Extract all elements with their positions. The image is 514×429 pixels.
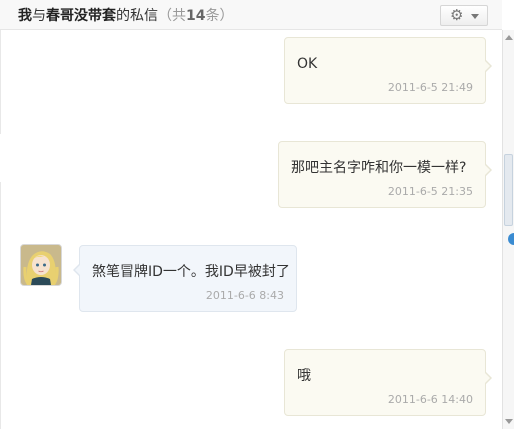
title-with: 与 bbox=[32, 8, 46, 24]
scroll-down-arrow-icon[interactable] bbox=[505, 419, 513, 424]
gear-icon: ⚙ bbox=[450, 6, 464, 24]
side-panel-toggle-icon[interactable] bbox=[508, 233, 514, 245]
bubble-tail bbox=[73, 263, 81, 277]
bubble-tail bbox=[484, 59, 492, 73]
message-bubble-outgoing: OK 2011-6-5 21:49 bbox=[284, 37, 492, 104]
scrollbar-thumb[interactable] bbox=[504, 154, 513, 226]
vertical-scrollbar[interactable] bbox=[502, 30, 514, 429]
conversation-header: 我与春哥没带套的私信（共14条） ⚙ bbox=[0, 0, 502, 30]
message-timestamp: 2011-6-6 14:40 bbox=[387, 393, 473, 406]
title-me: 我 bbox=[18, 8, 32, 24]
message-count: 14 bbox=[186, 8, 206, 24]
avatar[interactable] bbox=[20, 244, 62, 286]
settings-dropdown-button[interactable]: ⚙ bbox=[440, 5, 488, 26]
scroll-up-arrow-icon[interactable] bbox=[505, 35, 513, 40]
message-timestamp: 2011-6-5 21:35 bbox=[387, 185, 473, 198]
conversation-title: 我与春哥没带套的私信（共14条） bbox=[18, 7, 233, 25]
count-close: 条） bbox=[205, 8, 234, 24]
message-timestamp: 2011-6-5 21:49 bbox=[387, 81, 473, 94]
left-edge-line bbox=[0, 30, 1, 134]
left-edge-line bbox=[0, 182, 1, 429]
message-bubble-incoming: 煞笔冒牌ID一个。我ID早被封了 2011-6-6 8:43 bbox=[73, 245, 297, 312]
message-bubble-outgoing: 哦 2011-6-6 14:40 bbox=[284, 349, 492, 416]
message-text: 哦 bbox=[297, 368, 311, 384]
message-text: 煞笔冒牌ID一个。我ID早被封了 bbox=[92, 264, 290, 280]
avatar-image bbox=[21, 245, 61, 285]
message-text: 那吧主名字咋和你一模一样? bbox=[291, 160, 467, 176]
chevron-down-icon bbox=[471, 14, 479, 19]
count-open: （共 bbox=[158, 8, 186, 24]
message-timestamp: 2011-6-6 8:43 bbox=[205, 289, 284, 302]
bubble-tail bbox=[484, 163, 492, 177]
message-text: OK bbox=[297, 56, 318, 72]
message-bubble-outgoing: 那吧主名字咋和你一模一样? 2011-6-5 21:35 bbox=[278, 141, 492, 208]
title-suffix: 的私信 bbox=[116, 8, 158, 24]
bubble-tail bbox=[484, 371, 492, 385]
title-contact-name[interactable]: 春哥没带套 bbox=[46, 8, 116, 24]
